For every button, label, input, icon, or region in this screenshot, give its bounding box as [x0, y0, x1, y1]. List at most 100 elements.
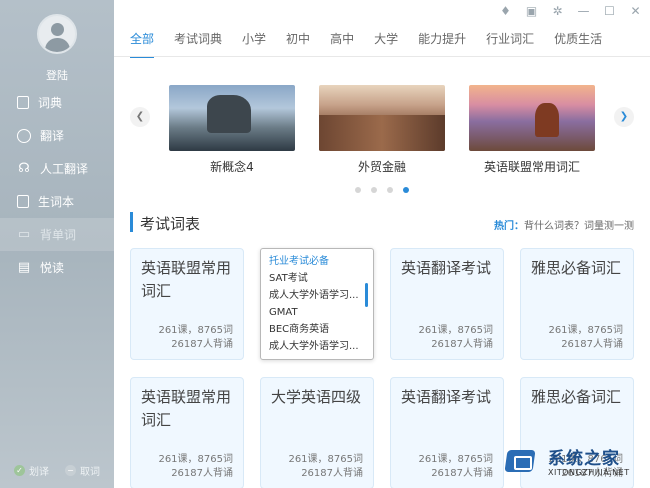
- sidebar-item-wordbook[interactable]: 生词本: [0, 185, 114, 218]
- card-learners: 26187人背诵: [561, 339, 623, 350]
- translate-icon: [17, 128, 31, 143]
- wordlist-card[interactable]: 雅思必备词汇 261课，8765词 26187人背诵: [520, 248, 634, 360]
- card-meta: 261课，8765词 26187人背诵: [418, 324, 493, 352]
- tab-lifestyle[interactable]: 优质生活: [554, 30, 602, 58]
- watermark-logo-icon: [504, 446, 540, 476]
- card-title: 大学英语四级: [271, 388, 362, 406]
- maximize-icon[interactable]: ☐: [603, 4, 616, 18]
- dropdown-item[interactable]: 成人大学外语学习...: [269, 287, 365, 304]
- word-capture-toggle[interactable]: − 取词: [65, 463, 100, 478]
- skin-icon[interactable]: ♦: [499, 4, 512, 18]
- slide-caption: 新概念4: [210, 160, 254, 174]
- wordlist-card[interactable]: 英语联盟常用词汇 261课，8765词 26187人背诵: [130, 377, 244, 488]
- tab-exam-dict[interactable]: 考试词典: [174, 30, 222, 58]
- card-lessons: 261课，8765词: [418, 325, 493, 336]
- login-link[interactable]: 登陆: [0, 67, 114, 83]
- flashcard-icon: ▭: [17, 227, 31, 242]
- carousel-slide[interactable]: 英语联盟常用词汇: [469, 85, 595, 175]
- sidebar-item-label: 悦读: [40, 261, 65, 275]
- card-lessons: 261课，8765词: [288, 454, 363, 465]
- card-lessons: 261课，8765词: [548, 325, 623, 336]
- card-learners: 26187人背诵: [171, 468, 233, 479]
- carousel-slide[interactable]: 外贸金融: [319, 85, 445, 175]
- sidebar-item-flashcards[interactable]: ▭ 背单词: [0, 218, 114, 251]
- card-learners: 26187人背诵: [301, 468, 363, 479]
- slide-caption: 外贸金融: [357, 160, 406, 174]
- sidebar-item-translate[interactable]: 翻译: [0, 119, 114, 152]
- watermark-name: 系统之家: [548, 449, 620, 469]
- toggle-off-icon: −: [65, 465, 76, 476]
- card-lessons: 261课，8765词: [158, 454, 233, 465]
- sidebar-item-human-translate[interactable]: ☊ 人工翻译: [0, 152, 114, 185]
- wordlist-card[interactable]: 大学英语四级 261课，8765词 26187人背诵: [260, 377, 374, 488]
- card-meta: 261课，8765词 26187人背诵: [418, 453, 493, 481]
- hover-translate-toggle[interactable]: ✓ 划译: [14, 463, 49, 478]
- tab-skills[interactable]: 能力提升: [418, 30, 466, 58]
- hot-label: 热门：: [494, 221, 524, 232]
- card-title: 英语翻译考试: [401, 259, 492, 277]
- minimize-icon[interactable]: —: [577, 4, 590, 18]
- tab-university[interactable]: 大学: [374, 30, 398, 58]
- tab-industry[interactable]: 行业词汇: [486, 30, 534, 58]
- divider: [114, 56, 650, 57]
- carousel-dots: [355, 187, 409, 193]
- word-capture-label: 取词: [80, 467, 100, 478]
- avatar[interactable]: [37, 14, 77, 54]
- card-learners: 26187人背诵: [431, 468, 493, 479]
- dropdown-item[interactable]: BEC商务英语: [269, 321, 365, 338]
- card-title: 雅思必备词汇: [531, 388, 622, 406]
- tab-primary[interactable]: 小学: [242, 30, 266, 58]
- carousel-next-button[interactable]: ❯: [614, 107, 634, 127]
- sidebar-item-reading[interactable]: ▤ 悦读: [0, 251, 114, 284]
- message-icon[interactable]: ▣: [525, 4, 538, 18]
- carousel-dot[interactable]: [387, 187, 393, 193]
- dropdown-item[interactable]: 托业考试必备: [269, 253, 365, 270]
- card-meta: 261课，8765词 26187人背诵: [548, 324, 623, 352]
- exam-list-dropdown[interactable]: 托业考试必备 SAT考试 成人大学外语学习... GMAT BEC商务英语 成人…: [260, 248, 374, 360]
- sidebar: 登陆 词典 翻译 ☊ 人工翻译 生词本 ▭ 背单词 ▤ 悦读 ✓ 划译 − 取词: [0, 0, 114, 488]
- tab-junior[interactable]: 初中: [286, 30, 310, 58]
- sidebar-item-label: 翻译: [40, 129, 65, 143]
- dropdown-item[interactable]: GMAT: [269, 304, 365, 321]
- close-icon[interactable]: ✕: [629, 4, 642, 18]
- dropdown-scrollbar[interactable]: [365, 283, 368, 307]
- sidebar-item-label: 背单词: [40, 228, 77, 242]
- card-lessons: 261课，8765词: [418, 454, 493, 465]
- sidebar-footer: ✓ 划译 − 取词: [0, 463, 114, 478]
- dropdown-item[interactable]: SAT考试: [269, 270, 365, 287]
- dropdown-item[interactable]: 成人大学外语学习...: [269, 338, 365, 355]
- carousel-slide[interactable]: 新概念4: [169, 85, 295, 175]
- tab-senior[interactable]: 高中: [330, 30, 354, 58]
- card-lessons: 261课，8765词: [158, 325, 233, 336]
- hot-links: 热门：背什么词表？词量测一测: [494, 217, 634, 232]
- wordlist-card[interactable]: 英语翻译考试 261课，8765词 26187人背诵: [390, 248, 504, 360]
- dictionary-icon: [17, 96, 29, 109]
- check-icon: ✓: [14, 465, 25, 476]
- sidebar-item-label: 生词本: [38, 195, 75, 209]
- section-title: 考试词表: [140, 215, 201, 233]
- sidebar-item-dictionary[interactable]: 词典: [0, 86, 114, 119]
- carousel-dot-active[interactable]: [403, 187, 409, 193]
- card-title: 英语联盟常用词汇: [141, 388, 232, 429]
- tab-all[interactable]: 全部: [130, 30, 155, 58]
- card-meta: 261课，8765词 26187人背诵: [158, 324, 233, 352]
- category-tabs: 全部 考试词典 小学 初中 高中 大学 能力提升 行业词汇 优质生活: [130, 30, 622, 58]
- wordlist-card[interactable]: 英语翻译考试 261课，8765词 26187人背诵: [390, 377, 504, 488]
- card-meta: 261课，8765词 26187人背诵: [288, 453, 363, 481]
- hot-link[interactable]: 背什么词表？词量测一测: [524, 221, 634, 232]
- slide-image: [469, 85, 595, 151]
- card-learners: 26187人背诵: [431, 339, 493, 350]
- carousel-dot[interactable]: [371, 187, 377, 193]
- headset-icon: ☊: [18, 161, 30, 176]
- carousel-dot[interactable]: [355, 187, 361, 193]
- carousel-prev-button[interactable]: ❮: [130, 107, 150, 127]
- watermark-url: XITONGZHIJIA.NET: [548, 468, 630, 477]
- card-meta: 261课，8765词 26187人背诵: [158, 453, 233, 481]
- settings-icon[interactable]: ✲: [551, 4, 564, 18]
- hover-translate-label: 划译: [29, 467, 49, 478]
- card-learners: 26187人背诵: [171, 339, 233, 350]
- wordlist-card[interactable]: 英语联盟常用词汇 261课，8765词 26187人背诵: [130, 248, 244, 360]
- card-title: 英语翻译考试: [401, 388, 492, 406]
- section-accent-bar: [130, 212, 133, 232]
- slide-image: [319, 85, 445, 151]
